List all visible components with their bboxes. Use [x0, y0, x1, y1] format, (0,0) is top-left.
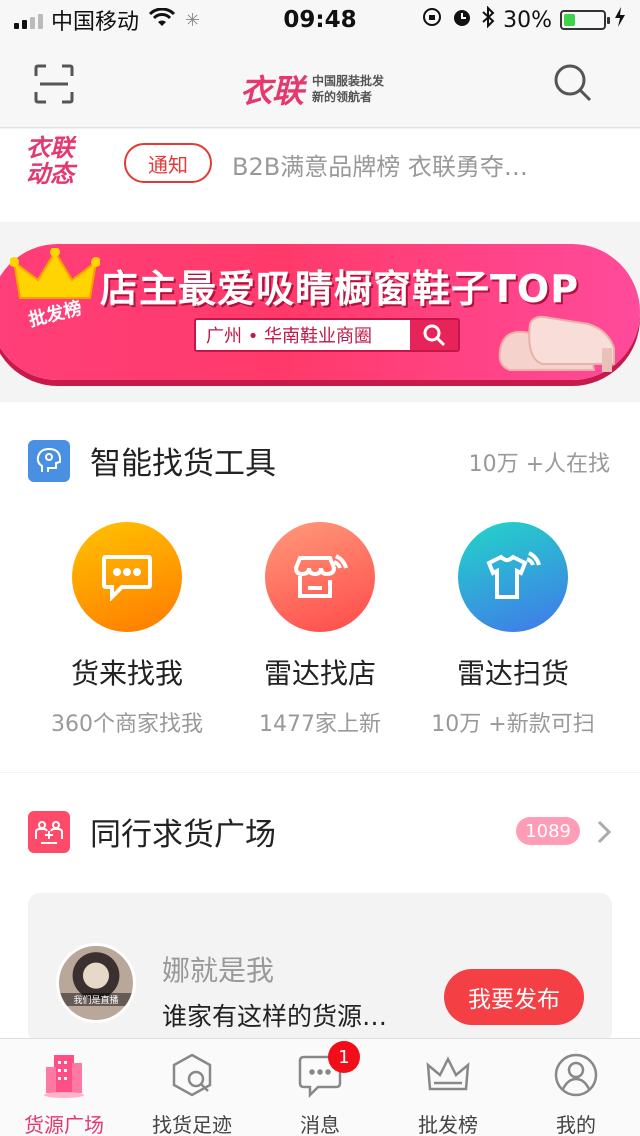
chevron-right-icon[interactable] [596, 819, 612, 849]
tab-label: 我的 [556, 1113, 596, 1136]
signal-icon [14, 11, 43, 29]
tab-wholesale-ranking[interactable]: 批发榜 [384, 1039, 512, 1136]
chat-icon [72, 522, 182, 632]
promo-banner[interactable]: 批发榜 店主最爱吸睛橱窗鞋子TOP 广州 • 华南鞋业商圈 [0, 222, 640, 402]
search-icon[interactable] [552, 62, 594, 104]
tab-search-history[interactable]: 找货足迹 [128, 1039, 256, 1136]
store-radar-icon [265, 522, 375, 632]
battery-percent: 30% [503, 7, 552, 33]
section-subtitle: 10万 +人在找 [468, 452, 610, 477]
news-headline[interactable]: B2B满意品牌榜 衣联勇夺… [232, 147, 528, 182]
tab-goods-square[interactable]: 货源广场 [0, 1039, 128, 1136]
peer-request-section: 同行求货广场 1089 我们是直播 娜就是我 谁家有这样的货源… 我要发布 [0, 773, 640, 1043]
crown-icon [426, 1056, 470, 1091]
tool-subtitle: 360个商家找我 [51, 712, 203, 737]
brand-tagline: 新的领航者 [312, 90, 373, 104]
section-title: 同行求货广场 [90, 817, 276, 853]
tool-subtitle: 10万 +新款可扫 [431, 712, 595, 737]
tab-label: 货源广场 [24, 1113, 104, 1136]
unread-badge: 1 [328, 1041, 360, 1073]
loading-icon: ✳ [185, 9, 201, 31]
publish-button[interactable]: 我要发布 [444, 969, 584, 1025]
bluetooth-icon [481, 5, 495, 34]
request-text: 谁家有这样的货源… [162, 1002, 388, 1031]
wifi-icon [148, 7, 176, 33]
status-bar: 中国移动 ✳ 09:48 30% [0, 0, 640, 40]
carrier-label: 中国移动 [51, 10, 140, 35]
magnifier-icon [410, 320, 458, 350]
tool-name: 货来找我 [70, 657, 183, 690]
profile-icon [554, 1053, 598, 1097]
shoe-image [498, 315, 615, 372]
tool-radar-store[interactable]: 雷达找店 1477家上新 [220, 522, 420, 738]
brain-icon [28, 439, 70, 482]
news-ticker[interactable]: 衣联 动态 通知 B2B满意品牌榜 衣联勇夺… [0, 129, 640, 222]
smart-tools-section: 智能找货工具 10万 +人在找 货来找我 360个商家找我 雷达找店 1477家… [0, 402, 640, 772]
building-icon [44, 1055, 84, 1098]
charging-icon [614, 7, 626, 33]
tool-goods-find-me[interactable]: 货来找我 360个商家找我 [27, 522, 227, 738]
rotation-lock-icon [421, 6, 443, 34]
avatar[interactable]: 我们是直播 [56, 943, 136, 1023]
section-title: 智能找货工具 [90, 446, 276, 482]
tool-subtitle: 1477家上新 [259, 712, 381, 737]
bottom-tab-bar: 货源广场 找货足迹 1 消息 批发榜 我的 [0, 1038, 640, 1136]
people-icon [28, 810, 70, 853]
alarm-icon [451, 6, 473, 34]
brand-tagline: 中国服装批发 [312, 74, 385, 88]
top-nav-bar: 衣联 中国服装批发 新的领航者 [0, 40, 640, 128]
poster-name: 娜就是我 [162, 954, 275, 987]
avatar-caption: 我们是直播 [59, 993, 133, 1006]
banner-search-text: 广州 • 华南鞋业商圈 [206, 326, 373, 347]
tab-label: 批发榜 [418, 1113, 478, 1136]
tab-label: 消息 [300, 1113, 340, 1136]
shirt-radar-icon [458, 522, 568, 632]
request-card[interactable]: 我们是直播 娜就是我 谁家有这样的货源… 我要发布 [28, 893, 612, 1043]
brand-name: 衣联 [240, 72, 305, 110]
tab-messages[interactable]: 1 消息 [256, 1039, 384, 1136]
tab-label: 找货足迹 [152, 1113, 232, 1136]
tool-name: 雷达扫货 [456, 657, 569, 690]
tool-radar-scan[interactable]: 雷达扫货 10万 +新款可扫 [413, 522, 613, 738]
footprint-search-icon [172, 1053, 212, 1097]
banner-search-box[interactable]: 广州 • 华南鞋业商圈 [194, 318, 460, 352]
tool-name: 雷达找店 [263, 657, 376, 690]
request-count-badge: 1089 [516, 817, 580, 845]
notice-badge: 通知 [124, 143, 212, 183]
battery-icon [560, 10, 610, 30]
news-logo-line: 动态 [26, 160, 74, 188]
news-logo-line: 衣联 [26, 134, 74, 162]
news-logo: 衣联 动态 [26, 135, 74, 187]
brand-logo: 衣联 中国服装批发 新的领航者 [240, 66, 384, 112]
scan-icon[interactable] [34, 64, 74, 104]
tab-mine[interactable]: 我的 [512, 1039, 640, 1136]
